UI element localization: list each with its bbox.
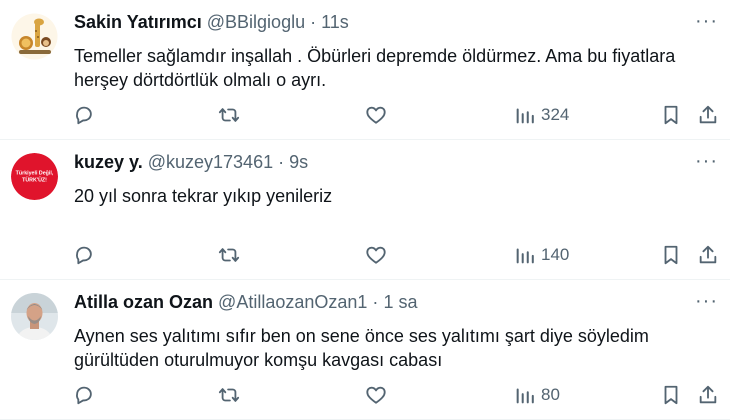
retweet-icon bbox=[218, 388, 240, 402]
user-handle[interactable]: @AtillaozanOzan1 bbox=[218, 292, 367, 312]
bookmark-button[interactable] bbox=[660, 244, 682, 266]
bookmark-button[interactable] bbox=[660, 104, 682, 126]
bookmark-icon bbox=[664, 385, 678, 405]
avatar-text-line: Türkiyeli Değil, bbox=[16, 171, 54, 177]
avatar-text-line: TÜRK'ÜZ! bbox=[22, 177, 47, 184]
reply-button[interactable] bbox=[73, 244, 95, 266]
views-bar-chart-icon bbox=[516, 248, 534, 264]
share-button[interactable] bbox=[697, 244, 719, 266]
avatar[interactable] bbox=[11, 293, 58, 340]
retweet-button[interactable] bbox=[218, 384, 240, 406]
user-handle[interactable]: @BBilgioglu bbox=[207, 12, 305, 32]
tweet-text-line: Aynen ses yalıtımı sıfır ben on sene önc… bbox=[74, 326, 649, 346]
display-name[interactable]: Sakin Yatırımcı bbox=[74, 12, 202, 32]
heart-icon bbox=[366, 386, 386, 404]
views-count: 324 bbox=[541, 105, 570, 124]
views-button[interactable]: 324 bbox=[514, 104, 569, 126]
timestamp[interactable]: 9s bbox=[289, 152, 308, 172]
more-options-icon[interactable]: ··· bbox=[695, 11, 718, 31]
avatar[interactable]: Türkiyeli Değil, TÜRK'ÜZ! bbox=[11, 153, 58, 200]
man-photo-avatar-icon bbox=[11, 293, 58, 340]
like-button[interactable] bbox=[365, 104, 387, 126]
reply-button[interactable] bbox=[73, 384, 95, 406]
share-icon bbox=[699, 385, 717, 404]
tweet-3[interactable]: Atilla ozan Ozan @AtillaozanOzan1 · 1 sa… bbox=[0, 280, 730, 420]
heart-icon bbox=[366, 106, 386, 124]
tweet-text: Temeller sağlamdır inşallah . Öbürleri d… bbox=[74, 44, 724, 92]
heart-icon bbox=[366, 246, 386, 264]
retweet-icon bbox=[218, 108, 240, 122]
separator-dot: · bbox=[372, 292, 379, 312]
tweet-text: 20 yıl sonra tekrar yıkıp yenileriz bbox=[74, 184, 724, 208]
separator-dot: · bbox=[278, 152, 285, 172]
like-button[interactable] bbox=[365, 384, 387, 406]
tweet-text-line: herşey dörtdörtlük olmalı o ayrı. bbox=[74, 70, 327, 90]
retweet-button[interactable] bbox=[218, 244, 240, 266]
tweet-text-line: Temeller sağlamdır inşallah . Öbürleri d… bbox=[74, 46, 676, 66]
bookmark-icon bbox=[664, 105, 678, 125]
timestamp[interactable]: 11s bbox=[321, 12, 349, 32]
reply-icon bbox=[76, 386, 92, 405]
tweet-text: Aynen ses yalıtımı sıfır ben on sene önc… bbox=[74, 324, 724, 372]
tweet-1[interactable]: Sakin Yatırımcı @BBilgioglu · 11s ··· Te… bbox=[0, 0, 730, 140]
user-handle[interactable]: @kuzey173461 bbox=[148, 152, 273, 172]
reply-icon bbox=[76, 246, 92, 265]
views-bar-chart-icon bbox=[516, 388, 534, 404]
tweet-text-line: 20 yıl sonra tekrar yıkıp yenileriz bbox=[74, 186, 333, 206]
separator-dot: · bbox=[310, 12, 317, 32]
share-icon bbox=[699, 105, 717, 124]
like-button[interactable] bbox=[365, 244, 387, 266]
reply-button[interactable] bbox=[73, 104, 95, 126]
reply-icon bbox=[76, 106, 92, 125]
more-options-icon[interactable]: ··· bbox=[695, 291, 718, 311]
share-button[interactable] bbox=[697, 104, 719, 126]
display-name[interactable]: Atilla ozan Ozan bbox=[74, 292, 213, 312]
retweet-button[interactable] bbox=[218, 104, 240, 126]
more-options-icon[interactable]: ··· bbox=[695, 151, 718, 171]
tweet-text-line: gürültüden oturulmuyor komşu kavgası cab… bbox=[74, 350, 443, 370]
bookmark-button[interactable] bbox=[660, 384, 682, 406]
views-bar-chart-icon bbox=[516, 108, 534, 124]
display-name[interactable]: kuzey y. bbox=[74, 152, 143, 172]
bookmark-icon bbox=[664, 245, 678, 265]
tweet-header: kuzey y. @kuzey173461 · 9s bbox=[74, 151, 308, 173]
timestamp[interactable]: 1 sa bbox=[383, 292, 417, 312]
tweet-2[interactable]: Türkiyeli Değil, TÜRK'ÜZ! kuzey y. @kuze… bbox=[0, 140, 730, 280]
share-button[interactable] bbox=[697, 384, 719, 406]
tweet-header: Sakin Yatırımcı @BBilgioglu · 11s bbox=[74, 11, 349, 33]
avatar[interactable] bbox=[11, 13, 58, 60]
views-button[interactable]: 80 bbox=[514, 384, 560, 406]
views-button[interactable]: 140 bbox=[514, 244, 569, 266]
tweet-header: Atilla ozan Ozan @AtillaozanOzan1 · 1 sa bbox=[74, 291, 417, 313]
share-icon bbox=[699, 245, 717, 264]
views-count: 80 bbox=[541, 385, 560, 404]
retweet-icon bbox=[218, 248, 240, 262]
flag-text-avatar-icon: Türkiyeli Değil, TÜRK'ÜZ! bbox=[11, 153, 58, 200]
views-count: 140 bbox=[541, 245, 570, 264]
cartoon-animals-avatar-icon bbox=[11, 13, 58, 60]
